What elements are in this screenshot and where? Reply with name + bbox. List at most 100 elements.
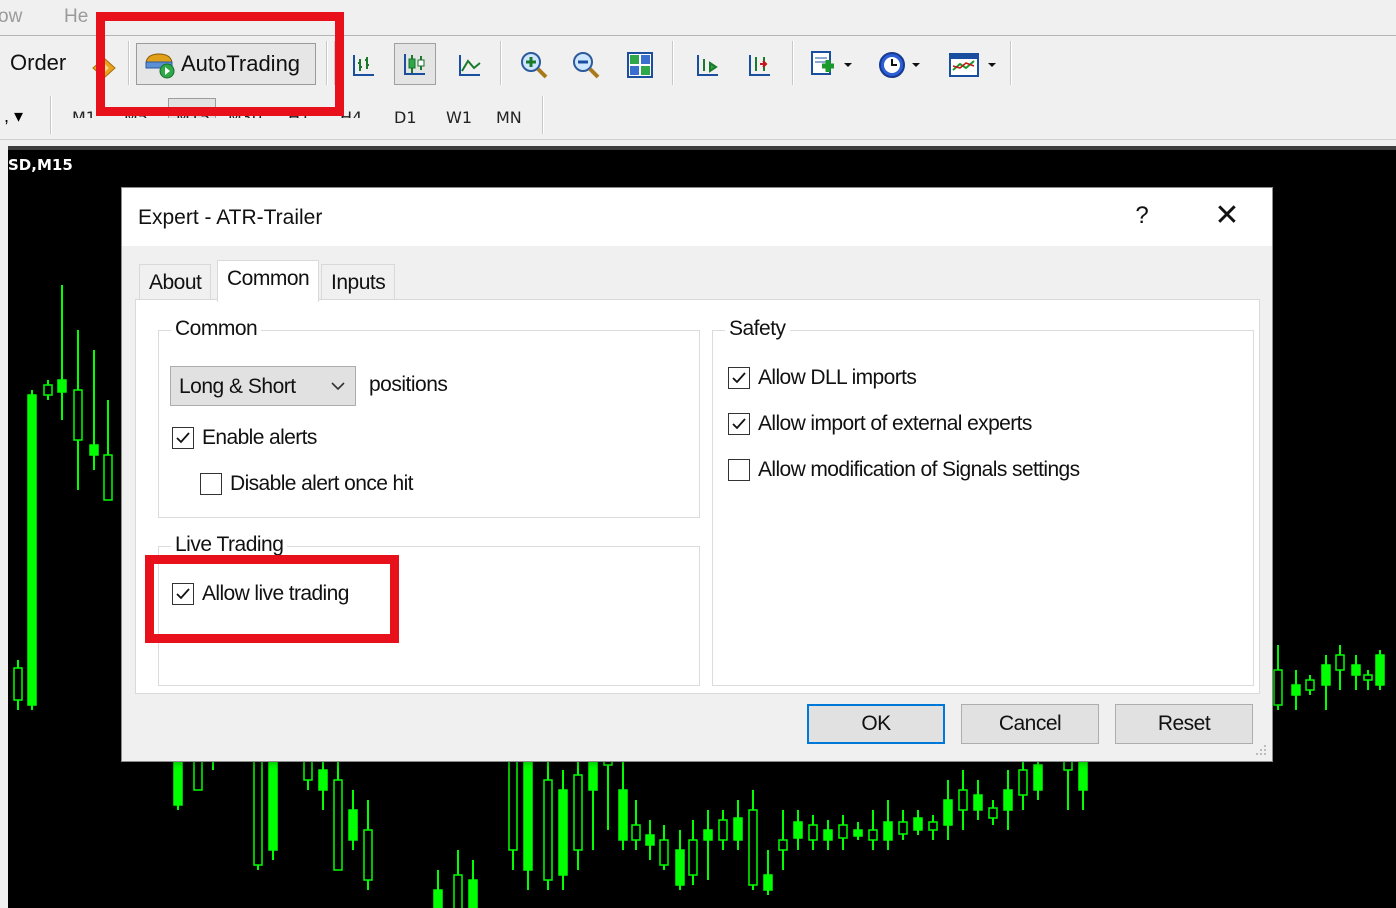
toolbar-separator	[792, 41, 794, 85]
candle	[363, 800, 373, 890]
line-chart-icon[interactable]	[450, 45, 490, 85]
candle	[703, 810, 713, 880]
candle	[1273, 645, 1283, 710]
toolbar-grip	[50, 96, 52, 134]
candle	[748, 790, 758, 890]
enable-alerts-label: Enable alerts	[202, 426, 317, 449]
candle	[778, 810, 788, 870]
reset-button[interactable]: Reset	[1115, 704, 1253, 744]
timeframe-w1[interactable]: W1	[446, 108, 472, 127]
toolbar-separator	[500, 41, 502, 85]
candle	[1351, 655, 1361, 690]
candle	[883, 800, 893, 850]
candle	[988, 800, 998, 825]
close-icon[interactable]: ✕	[1212, 198, 1242, 233]
candle	[688, 820, 698, 885]
candle	[333, 750, 343, 871]
candle	[57, 285, 67, 420]
candle	[558, 770, 568, 890]
expert-properties-dialog: Expert - ATR-Trailer ? ✕ About Common In…	[121, 187, 1273, 762]
candle	[1321, 655, 1331, 710]
tile-windows-icon[interactable]	[620, 45, 660, 85]
candle	[631, 800, 641, 850]
candle	[838, 815, 848, 850]
zoom-out-icon[interactable]	[566, 45, 606, 85]
candle	[733, 800, 743, 850]
indicators-menu-icon[interactable]	[806, 45, 860, 85]
periods-menu-icon[interactable]	[874, 45, 928, 85]
live-trading-group-title: Live Trading	[171, 533, 288, 557]
highlight-box-live-trading	[145, 555, 399, 643]
candle	[808, 815, 818, 850]
candle	[1018, 760, 1028, 810]
disable-alert-once-hit-checkbox[interactable]: Disable alert once hit	[200, 472, 414, 496]
candle	[973, 780, 983, 820]
candle	[1375, 650, 1385, 690]
positions-select-value: Long & Short	[179, 375, 296, 398]
allow-import-external-label: Allow import of external experts	[758, 412, 1032, 435]
help-button[interactable]: ?	[1132, 202, 1152, 230]
checkmark-icon	[176, 432, 190, 444]
tab-about[interactable]: About	[139, 264, 212, 300]
candle	[27, 390, 37, 710]
candle	[1003, 770, 1013, 830]
candle	[73, 330, 83, 490]
candle	[103, 400, 113, 501]
candle	[13, 660, 23, 710]
allow-dll-imports-checkbox[interactable]: Allow DLL imports	[728, 366, 917, 390]
candle	[718, 810, 728, 850]
toolbar-separator	[672, 41, 674, 85]
menu-item-window[interactable]: ow	[0, 6, 22, 28]
toolbar-separator	[1010, 41, 1012, 85]
timeframe-d1[interactable]: D1	[394, 108, 417, 127]
allow-modification-signals-checkbox[interactable]: Allow modification of Signals settings	[728, 458, 1080, 482]
zoom-in-icon[interactable]	[514, 45, 554, 85]
candle	[958, 770, 968, 830]
new-order-button[interactable]: Order	[10, 50, 66, 76]
checkbox-box	[728, 367, 750, 389]
checkmark-icon	[732, 372, 746, 384]
candle	[928, 815, 938, 840]
highlight-box-autotrading	[96, 12, 344, 116]
tab-inputs[interactable]: Inputs	[321, 264, 396, 300]
candle	[89, 350, 99, 470]
bar-chart-icon[interactable]	[344, 45, 384, 85]
positions-select[interactable]: Long & Short	[170, 366, 356, 406]
ok-button[interactable]: OK	[807, 704, 945, 744]
safety-group-title: Safety	[725, 317, 790, 341]
candle	[675, 830, 685, 890]
enable-alerts-checkbox[interactable]: Enable alerts	[172, 426, 317, 450]
candle	[1305, 675, 1315, 695]
candlestick-chart-icon[interactable]	[394, 43, 436, 85]
candle	[763, 850, 773, 895]
candle	[943, 780, 953, 840]
checkmark-icon	[732, 418, 746, 430]
positions-label: positions	[369, 373, 448, 396]
candle	[1291, 670, 1301, 710]
timeframe-mn[interactable]: MN	[496, 108, 522, 127]
candle	[618, 760, 628, 850]
resize-grip-icon[interactable]	[1254, 743, 1268, 757]
toolbar-dropdown-icon[interactable]: , ▾	[4, 106, 23, 127]
cancel-button[interactable]: Cancel	[961, 704, 1099, 744]
chart-shift-icon[interactable]	[688, 45, 728, 85]
dialog-title: Expert - ATR-Trailer	[138, 206, 323, 229]
candle	[659, 825, 669, 870]
timeframe-overlap-mask	[64, 118, 364, 132]
candle	[43, 380, 53, 400]
candle	[453, 850, 463, 908]
candle	[645, 820, 655, 860]
toolbar-separator	[542, 96, 544, 134]
auto-scroll-icon[interactable]	[740, 45, 780, 85]
candle	[853, 822, 863, 840]
menu-item-help[interactable]: He	[64, 6, 88, 28]
tab-common[interactable]: Common	[217, 260, 320, 302]
candle	[543, 750, 553, 890]
candle	[433, 870, 443, 908]
templates-menu-icon[interactable]	[944, 45, 1004, 85]
dialog-titlebar: Expert - ATR-Trailer ? ✕	[122, 188, 1272, 246]
allow-import-external-checkbox[interactable]: Allow import of external experts	[728, 412, 1032, 436]
candle	[468, 860, 478, 908]
chevron-down-icon	[331, 382, 345, 391]
candle	[898, 810, 908, 840]
